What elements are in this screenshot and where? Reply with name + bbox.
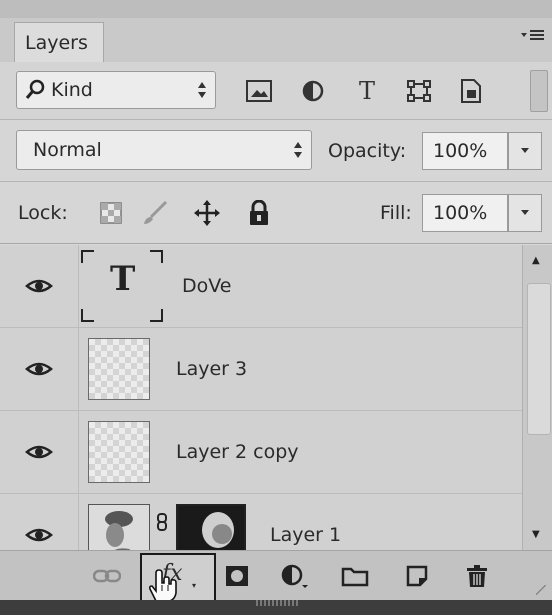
eye-icon: [25, 528, 53, 542]
layers-scrollbar[interactable]: ▲ ▼: [522, 245, 552, 550]
panel-tab-bar: Layers: [0, 0, 552, 63]
layers-panel: Layers Kind T Normal Opacity: 100% Lock:…: [0, 0, 552, 615]
visibility-toggle[interactable]: [0, 494, 79, 550]
type-layer-filter-icon[interactable]: T: [352, 76, 382, 106]
tab-layers[interactable]: Layers: [14, 22, 104, 62]
eye-icon: [25, 279, 53, 293]
select-stepper-icon: [197, 80, 207, 101]
lock-position-icon[interactable]: [192, 198, 222, 228]
layer-thumbnail: [88, 504, 150, 550]
opacity-label: Opacity:: [328, 140, 407, 162]
panel-resize-handle[interactable]: [256, 600, 300, 606]
add-layer-style-button[interactable]: fx ▾: [140, 553, 216, 603]
panel-top-strip: [0, 0, 552, 18]
scroll-down-icon[interactable]: ▼: [532, 529, 540, 540]
lock-transparent-pixels-icon[interactable]: [96, 198, 126, 228]
layer-name[interactable]: Layer 2 copy: [176, 441, 299, 463]
layer-name[interactable]: DoVe: [182, 275, 231, 297]
filter-kind-label: Kind: [51, 79, 93, 101]
blend-mode-value: Normal: [33, 139, 102, 161]
lock-row: Lock: Fill: 100%: [0, 182, 552, 244]
layers-bottom-toolbar: fx ▾: [0, 550, 552, 603]
visibility-toggle[interactable]: [0, 328, 79, 410]
shape-layer-filter-icon[interactable]: [404, 76, 434, 106]
lock-all-icon[interactable]: [244, 198, 274, 228]
chevron-down-icon: ▾: [192, 581, 197, 590]
filter-kind-select[interactable]: Kind: [16, 71, 216, 109]
add-layer-mask-icon[interactable]: [222, 561, 252, 591]
svg-text:T: T: [359, 79, 375, 103]
blend-mode-select[interactable]: Normal: [16, 130, 312, 170]
filter-toggle-scroll[interactable]: [530, 70, 548, 112]
opacity-input[interactable]: 100%: [422, 132, 508, 170]
eye-icon: [25, 362, 53, 376]
layer-row[interactable]: T DoVe: [0, 245, 522, 328]
layer-name[interactable]: Layer 3: [176, 358, 247, 380]
link-chain-icon[interactable]: [154, 512, 170, 532]
scroll-up-icon[interactable]: ▲: [532, 255, 540, 266]
new-group-icon[interactable]: [340, 561, 370, 591]
layer-thumbnail: [88, 421, 150, 483]
new-layer-icon[interactable]: [402, 561, 432, 591]
layer-mask-thumbnail[interactable]: [176, 504, 246, 550]
hand-cursor-icon: [148, 569, 177, 602]
fill-label: Fill:: [380, 202, 412, 224]
delete-layer-icon[interactable]: [462, 561, 492, 591]
eye-icon: [25, 445, 53, 459]
fill-input[interactable]: 100%: [422, 194, 508, 232]
select-stepper-icon: [293, 140, 303, 161]
panel-bottom-strip: [0, 600, 552, 615]
opacity-dropdown-button[interactable]: [508, 132, 542, 170]
fill-dropdown-button[interactable]: [508, 194, 542, 232]
chevron-down-icon: [521, 210, 529, 215]
search-icon: [25, 78, 45, 102]
text-layer-thumbnail: T: [80, 249, 164, 323]
layer-name[interactable]: Layer 1: [270, 524, 341, 546]
layer-row[interactable]: Layer 1: [0, 494, 522, 550]
layer-row[interactable]: Layer 3: [0, 328, 522, 411]
lock-label: Lock:: [18, 202, 68, 224]
layers-list: T DoVe Layer 3 Layer 2 copy Layer 1: [0, 245, 552, 550]
smart-object-filter-icon[interactable]: [456, 76, 486, 106]
lock-image-pixels-icon[interactable]: [140, 198, 170, 228]
visibility-toggle[interactable]: [0, 245, 79, 327]
pixel-layer-filter-icon[interactable]: [244, 76, 274, 106]
layer-thumbnail: [88, 338, 150, 400]
new-fill-adjustment-layer-icon[interactable]: [280, 561, 310, 591]
filter-row: Kind T: [0, 62, 552, 120]
type-icon: T: [110, 259, 136, 299]
resize-grip-icon[interactable]: [536, 585, 546, 595]
layer-row[interactable]: Layer 2 copy: [0, 411, 522, 494]
link-layers-icon[interactable]: [92, 561, 122, 591]
visibility-toggle[interactable]: [0, 411, 79, 493]
scroll-thumb[interactable]: [527, 283, 551, 435]
blend-row: Normal Opacity: 100%: [0, 120, 552, 182]
panel-menu-icon[interactable]: [520, 28, 546, 46]
adjustment-layer-filter-icon[interactable]: [298, 76, 328, 106]
chevron-down-icon: [521, 148, 529, 153]
